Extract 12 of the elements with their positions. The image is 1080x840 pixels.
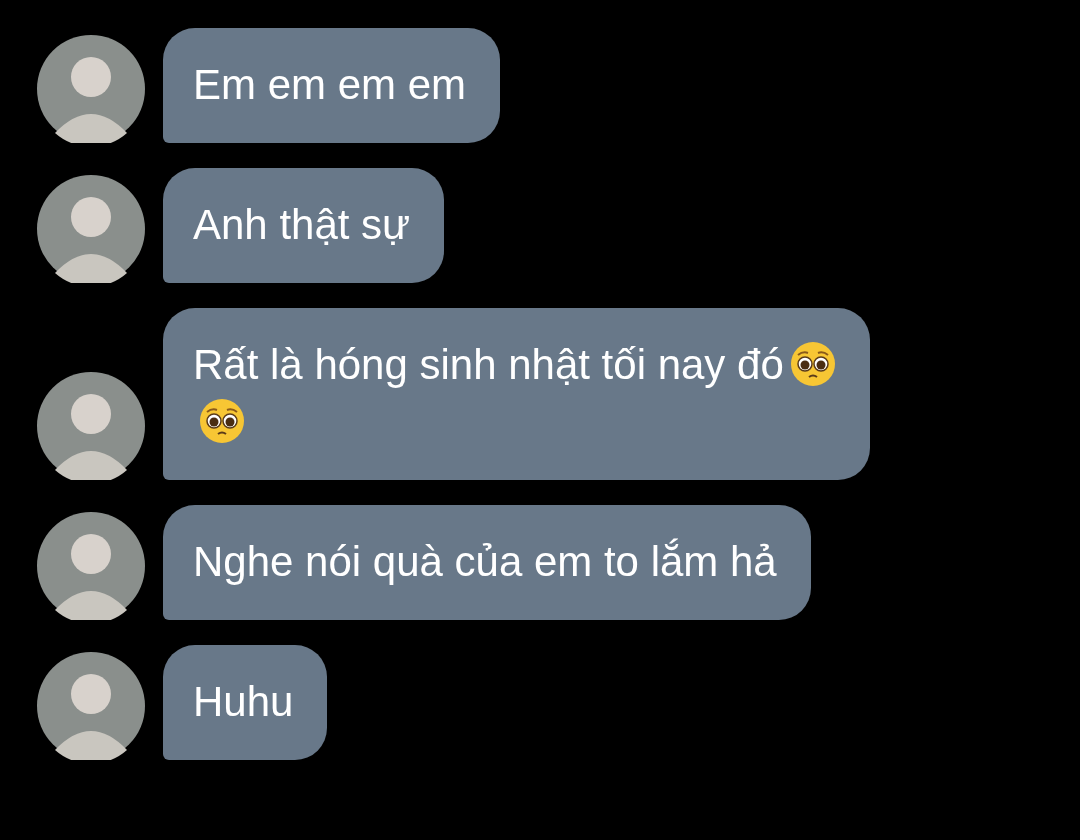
avatar-icon bbox=[37, 175, 145, 283]
pleading-face-icon bbox=[789, 341, 836, 387]
avatar-icon bbox=[37, 372, 145, 480]
avatar-icon bbox=[37, 512, 145, 620]
message-bubble: Huhu bbox=[163, 645, 328, 760]
message-bubble: Rất là hóng sinh nhật tối nay đó bbox=[163, 308, 870, 480]
avatar-icon bbox=[37, 652, 145, 760]
avatar-icon bbox=[37, 35, 145, 143]
message-bubble: Anh thật sự bbox=[163, 168, 445, 283]
message-bubble: Nghe nói quà của em to lắm hả bbox=[163, 505, 811, 620]
message-bubble: Em em em em bbox=[163, 28, 501, 143]
pleading-face-icon bbox=[199, 398, 245, 444]
